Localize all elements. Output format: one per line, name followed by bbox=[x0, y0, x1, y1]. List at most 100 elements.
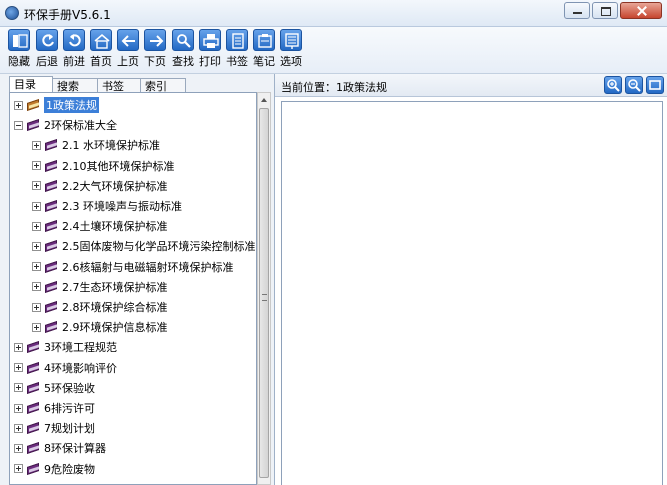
tree-item-label: 2.5固体废物与化学品环境污染控制标准 bbox=[62, 240, 256, 254]
options-icon bbox=[280, 29, 302, 51]
tree-item[interactable]: 2.3 环境噪声与振动标准 bbox=[32, 198, 182, 214]
expand-icon[interactable] bbox=[32, 201, 41, 211]
expand-icon[interactable] bbox=[32, 302, 41, 312]
zoom-in-button[interactable] bbox=[604, 76, 622, 94]
tab-3[interactable]: 索引 bbox=[140, 78, 186, 93]
expand-icon[interactable] bbox=[14, 363, 23, 373]
document-view[interactable] bbox=[281, 101, 663, 485]
tree-item[interactable]: 2.7生态环境保护标准 bbox=[32, 279, 168, 295]
window-controls bbox=[564, 2, 662, 19]
expand-icon[interactable] bbox=[14, 403, 23, 413]
note-icon bbox=[253, 29, 275, 51]
tree-item[interactable]: 4环境影响评价 bbox=[14, 360, 117, 376]
toolbar-button-options[interactable]: 选项 bbox=[278, 29, 304, 71]
tree-item[interactable]: 8环保计算器 bbox=[14, 440, 106, 456]
tree-item-label: 2.6核辐射与电磁辐射环境保护标准 bbox=[62, 260, 234, 274]
book-icon bbox=[44, 240, 59, 252]
scrollbar-thumb[interactable] bbox=[259, 108, 269, 478]
tab-2[interactable]: 书签 bbox=[97, 78, 141, 93]
tree-item-label: 8环保计算器 bbox=[44, 442, 106, 456]
book-icon bbox=[26, 341, 41, 353]
contents-tree: 1政策法规 2环保标准大全 2.1 水环境保护标准 2.10其他环境保护标准 2.2大气… bbox=[9, 92, 257, 485]
left-arrow-icon bbox=[117, 29, 139, 51]
tree-item-label: 2.8环境保护综合标准 bbox=[62, 301, 168, 314]
tree-scrollbar[interactable] bbox=[257, 92, 271, 485]
tree-item[interactable]: 5环保验收 bbox=[14, 380, 95, 396]
expand-icon[interactable] bbox=[14, 423, 23, 433]
expand-icon[interactable] bbox=[14, 342, 23, 352]
tree-item[interactable]: 2.8环境保护综合标准 bbox=[32, 299, 168, 315]
expand-icon[interactable] bbox=[14, 383, 23, 393]
scroll-up-arrow-icon[interactable] bbox=[258, 93, 270, 107]
tree-item-label: 2.10其他环境保护标准 bbox=[62, 159, 175, 173]
current-location: 当前位置：1政策法规 bbox=[281, 79, 387, 95]
book-icon bbox=[26, 99, 41, 111]
zoom-in-icon bbox=[607, 79, 620, 92]
tree-item-label: 2.9环境保护信息标准 bbox=[62, 321, 168, 335]
expand-icon[interactable] bbox=[32, 322, 41, 332]
fullscreen-button[interactable] bbox=[646, 76, 664, 94]
book-icon bbox=[44, 321, 59, 333]
expand-icon[interactable] bbox=[32, 181, 41, 191]
view-tools bbox=[604, 76, 664, 94]
tree-item-label: 2.4土壤环境保护标准 bbox=[62, 220, 168, 234]
fullscreen-icon bbox=[649, 80, 661, 90]
tree-item-label: 9危险废物 bbox=[44, 462, 95, 476]
search-icon bbox=[172, 29, 194, 51]
book-icon bbox=[44, 220, 59, 232]
tree-item[interactable]: 9危险废物 bbox=[14, 461, 95, 477]
collapse-icon[interactable] bbox=[14, 120, 23, 130]
tree-item-label: 2.1 水环境保护标准 bbox=[62, 139, 160, 153]
app-logo-icon bbox=[5, 6, 19, 20]
toolbar-button-label: 选项 bbox=[280, 55, 302, 68]
expand-icon[interactable] bbox=[32, 161, 41, 171]
tree-item[interactable]: 1政策法规 bbox=[14, 97, 99, 113]
expand-icon[interactable] bbox=[32, 221, 41, 231]
book-icon bbox=[26, 402, 41, 414]
expand-icon[interactable] bbox=[32, 140, 41, 150]
window-title: 环保手册V5.6.1 bbox=[24, 8, 111, 22]
expand-icon[interactable] bbox=[14, 100, 23, 110]
home-icon bbox=[90, 29, 112, 51]
expand-icon[interactable] bbox=[14, 443, 23, 453]
expand-icon[interactable] bbox=[32, 241, 41, 251]
book-icon bbox=[44, 139, 59, 151]
book-icon bbox=[44, 281, 59, 293]
zoom-out-icon bbox=[628, 79, 641, 92]
expand-icon[interactable] bbox=[32, 262, 41, 272]
minimize-button[interactable] bbox=[564, 2, 590, 19]
tree-item-label: 6排污许可 bbox=[44, 402, 95, 415]
back-arrow-icon bbox=[36, 29, 58, 51]
tree-item[interactable]: 2.10其他环境保护标准 bbox=[32, 158, 175, 174]
tree-item[interactable]: 2.9环境保护信息标准 bbox=[32, 319, 168, 335]
tree-item[interactable]: 6排污许可 bbox=[14, 400, 95, 416]
tree-item-label: 7规划计划 bbox=[44, 422, 95, 436]
content-panel: 当前位置：1政策法规 bbox=[275, 74, 667, 485]
tree-item-label: 2环保标准大全 bbox=[44, 119, 117, 133]
right-arrow-icon bbox=[144, 29, 166, 51]
book-icon bbox=[26, 362, 41, 374]
bookmark-icon bbox=[226, 29, 248, 51]
tab-0[interactable]: 目录 bbox=[9, 76, 53, 93]
tree-item[interactable]: 2.1 水环境保护标准 bbox=[32, 137, 160, 153]
close-button[interactable] bbox=[620, 2, 662, 19]
tab-1[interactable]: 搜索 bbox=[52, 78, 98, 93]
tree-item-label: 5环保验收 bbox=[44, 381, 95, 395]
tree-item[interactable]: 2环保标准大全 bbox=[14, 117, 117, 133]
book-icon bbox=[44, 180, 59, 192]
forward-arrow-icon bbox=[63, 29, 85, 51]
tree-item[interactable]: 3环境工程规范 bbox=[14, 339, 117, 355]
tree-item[interactable]: 2.4土壤环境保护标准 bbox=[32, 218, 168, 234]
tree-item-label: 4环境影响评价 bbox=[44, 361, 117, 375]
tree-item[interactable]: 2.5固体废物与化学品环境污染控制标准 bbox=[32, 238, 256, 254]
expand-icon[interactable] bbox=[14, 464, 23, 474]
maximize-button[interactable] bbox=[592, 2, 618, 19]
location-label: 当前位置： bbox=[281, 81, 336, 94]
zoom-out-button[interactable] bbox=[625, 76, 643, 94]
tree-item-label: 2.3 环境噪声与振动标准 bbox=[62, 200, 182, 213]
tree-item[interactable]: 7规划计划 bbox=[14, 420, 95, 436]
tree-item[interactable]: 2.2大气环境保护标准 bbox=[32, 178, 168, 194]
tree-item-label: 3环境工程规范 bbox=[44, 341, 117, 355]
expand-icon[interactable] bbox=[32, 282, 41, 292]
tree-item[interactable]: 2.6核辐射与电磁辐射环境保护标准 bbox=[32, 259, 234, 275]
